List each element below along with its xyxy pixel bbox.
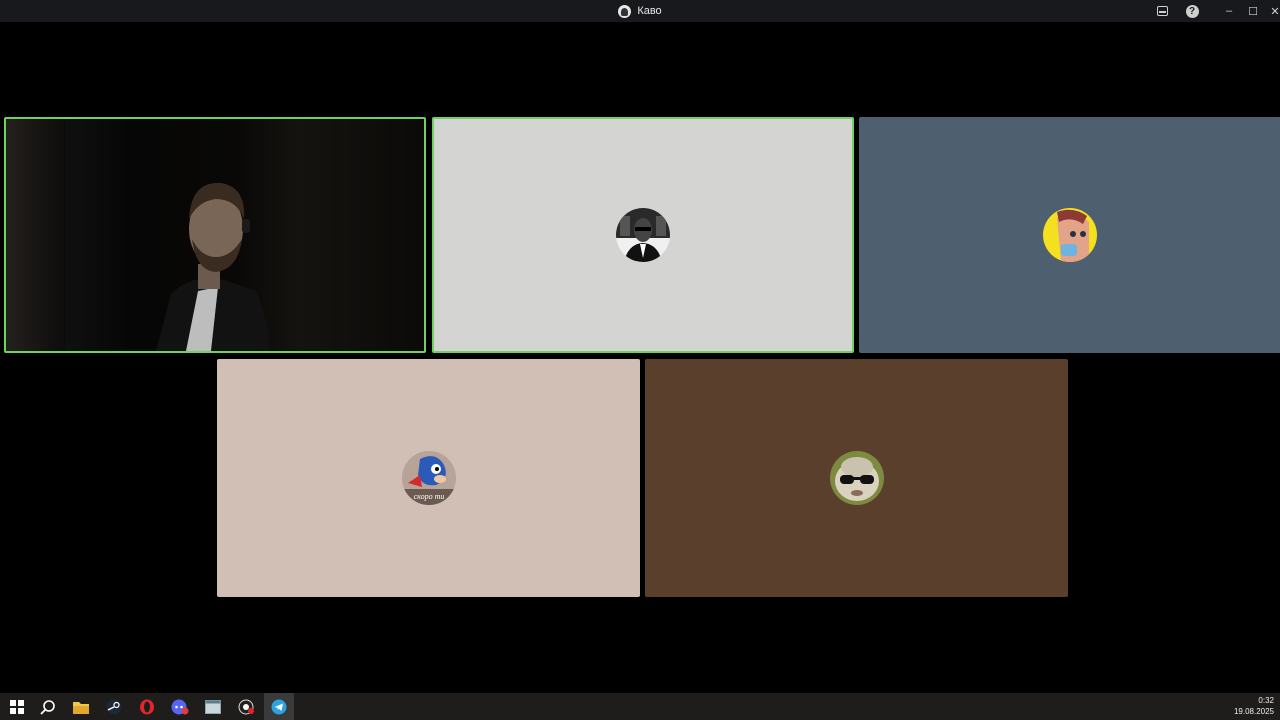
search-icon [40, 699, 55, 715]
taskbar-discord[interactable] [165, 693, 195, 720]
discord-icon [171, 699, 189, 714]
inbox-button[interactable] [1152, 0, 1172, 22]
close-button[interactable]: ✕ [1266, 0, 1280, 22]
title-bar: Каво ? – ☐ ✕ [0, 0, 1280, 22]
clock-time: 0:32 [1258, 696, 1274, 705]
participant-avatar-tile[interactable]: скоро ти [217, 359, 640, 597]
telegram-icon [271, 699, 287, 714]
taskbar: 0:32 19.08.2025 [0, 693, 1280, 720]
opera-icon [140, 699, 154, 714]
group-avatar-icon [618, 4, 632, 18]
help-icon: ? [1185, 4, 1199, 18]
taskbar-telegram[interactable] [264, 693, 294, 720]
window-icon [205, 699, 221, 714]
folder-icon [73, 701, 89, 714]
avatar-caption: скоро ти [413, 492, 444, 501]
sonic-avatar: скоро ти [401, 451, 456, 505]
record-icon [238, 699, 254, 714]
window-title-text: Каво [637, 5, 662, 17]
participant-avatar-tile[interactable] [859, 117, 1280, 353]
inbox-icon [1156, 6, 1168, 16]
minimize-button[interactable]: – [1220, 0, 1238, 22]
steam-icon [106, 699, 122, 714]
participant-video-tile[interactable] [4, 117, 426, 353]
help-button[interactable]: ? [1182, 0, 1202, 22]
window-title: Каво [0, 0, 1280, 22]
camera-feed [156, 182, 270, 351]
sunglasses-creature-avatar [829, 451, 884, 505]
windows-logo-icon [10, 699, 24, 714]
taskbar-file-explorer[interactable] [66, 693, 96, 720]
man-in-suit-avatar [616, 208, 670, 262]
taskbar-recorder[interactable] [231, 693, 261, 720]
clock-date: 19.08.2025 [1233, 707, 1274, 716]
participant-avatar-tile[interactable] [645, 359, 1068, 597]
cartoon-face-avatar [1043, 208, 1097, 262]
maximize-button[interactable]: ☐ [1244, 0, 1262, 22]
start-button[interactable] [2, 693, 32, 720]
taskbar-opera[interactable] [132, 693, 162, 720]
taskbar-steam[interactable] [99, 693, 129, 720]
system-clock[interactable]: 0:32 19.08.2025 [1234, 695, 1274, 717]
search-button[interactable] [33, 693, 63, 720]
taskbar-app-window[interactable] [198, 693, 228, 720]
participant-avatar-tile[interactable] [432, 117, 854, 353]
